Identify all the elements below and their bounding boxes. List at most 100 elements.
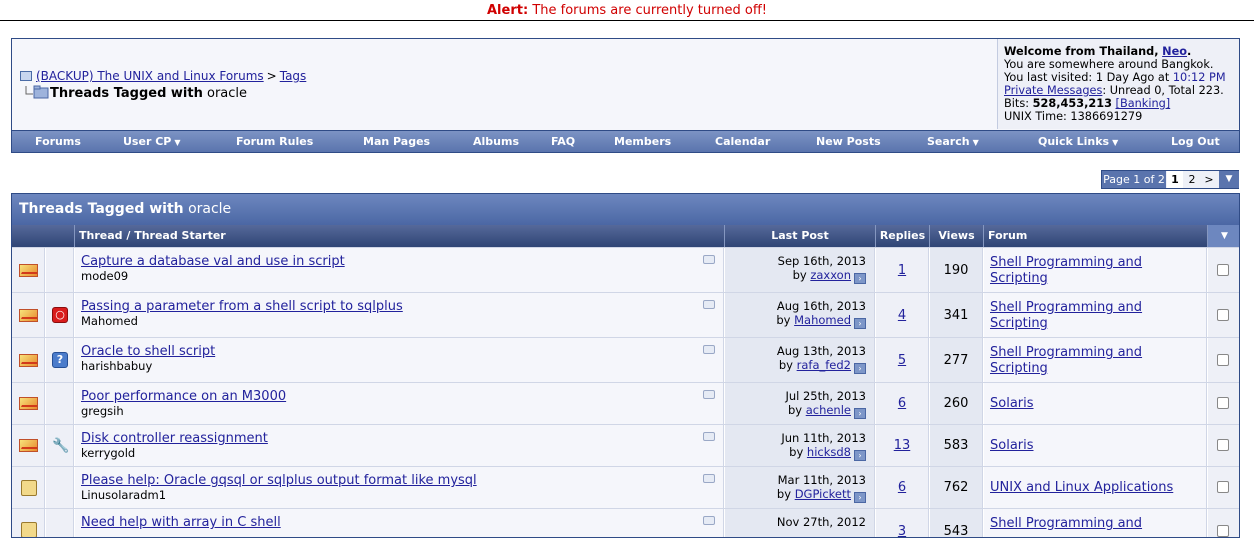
- tag-icon: [703, 345, 715, 354]
- thread-starter: mode09: [81, 269, 129, 283]
- replies-link[interactable]: 1: [898, 263, 906, 278]
- forum-link[interactable]: Solaris: [990, 438, 1034, 453]
- select-checkbox[interactable]: [1217, 309, 1229, 321]
- envelope-icon: [19, 439, 38, 452]
- goto-last-post-icon[interactable]: ›: [854, 273, 866, 284]
- page-menu-icon[interactable]: ▼: [1219, 171, 1239, 188]
- goto-last-post-icon[interactable]: ›: [854, 492, 866, 503]
- nav-forum-rules[interactable]: Forum Rules: [236, 131, 313, 153]
- last-poster-link[interactable]: achenle: [806, 403, 851, 417]
- nav-man-pages[interactable]: Man Pages: [363, 131, 430, 153]
- nav-members[interactable]: Members: [614, 131, 671, 153]
- col-views[interactable]: Views: [930, 225, 984, 247]
- alert-label: Alert:: [487, 3, 529, 18]
- username-link[interactable]: Neo: [1162, 45, 1187, 58]
- col-icons: [12, 225, 75, 247]
- nav-new-posts[interactable]: New Posts: [816, 131, 881, 153]
- tag-icon: [703, 300, 715, 309]
- col-replies[interactable]: Replies: [876, 225, 930, 247]
- col-options[interactable]: ▼: [1208, 225, 1239, 247]
- tag-icon: [703, 516, 715, 525]
- envelope-icon: [19, 309, 38, 322]
- last-post-date: Jun 11th, 2013: [781, 431, 866, 445]
- table-row: Please help: Oracle gqsql or sqlplus out…: [12, 466, 1239, 508]
- last-poster-link[interactable]: rafa_fed2: [797, 358, 851, 372]
- navbar: Forums User CP ▼ Forum Rules Man Pages Al…: [12, 130, 1239, 152]
- forum-link[interactable]: Shell Programming and: [990, 516, 1142, 531]
- select-checkbox[interactable]: [1217, 264, 1229, 276]
- forum-link[interactable]: UNIX and Linux Applications: [990, 480, 1173, 495]
- select-checkbox[interactable]: [1217, 397, 1229, 409]
- thread-title-link[interactable]: Poor performance on an M3000: [81, 389, 717, 404]
- tag-icon: [703, 390, 715, 399]
- replies-link[interactable]: 6: [898, 396, 906, 411]
- col-last-post[interactable]: Last Post: [725, 225, 876, 247]
- views-count: 762: [930, 467, 983, 508]
- page-next-link[interactable]: >: [1201, 171, 1217, 188]
- page-2-link[interactable]: 2: [1184, 171, 1200, 188]
- thread-title-link[interactable]: Passing a parameter from a shell script …: [81, 299, 717, 314]
- replies-link[interactable]: 6: [898, 480, 906, 495]
- col-forum[interactable]: Forum: [984, 225, 1208, 247]
- alert-bar: Alert: The forums are currently turned o…: [0, 0, 1254, 21]
- forum-link[interactable]: Shell Programming and Scripting: [990, 255, 1142, 286]
- goto-last-post-icon[interactable]: ›: [854, 408, 866, 419]
- forum-link[interactable]: Shell Programming and Scripting: [990, 300, 1142, 331]
- replies-link[interactable]: 13: [894, 438, 911, 453]
- thread-title-link[interactable]: Please help: Oracle gqsql or sqlplus out…: [81, 473, 717, 488]
- table-row: ? Oracle to shell script harishbabuy Aug…: [12, 337, 1239, 382]
- pm-status: : Unread 0, Total 223.: [1102, 84, 1224, 97]
- goto-last-post-icon[interactable]: ›: [854, 450, 866, 461]
- thread-starter: gregsih: [81, 404, 124, 418]
- nav-quick-links[interactable]: Quick Links ▼: [1038, 131, 1118, 153]
- table-header: Thread / Thread Starter Last Post Replie…: [12, 225, 1239, 247]
- welcome-panel: Welcome from Thailand, Neo. You are some…: [997, 39, 1239, 129]
- wrench-icon: 🔧: [52, 438, 70, 454]
- nav-forums[interactable]: Forums: [35, 131, 81, 153]
- forum-link[interactable]: Solaris: [990, 396, 1034, 411]
- select-checkbox[interactable]: [1217, 354, 1229, 366]
- breadcrumb-tags-link[interactable]: Tags: [280, 69, 307, 83]
- page-label: Page 1 of 2: [1102, 171, 1166, 188]
- breadcrumb-home-link[interactable]: (BACKUP) The UNIX and Linux Forums: [36, 69, 264, 83]
- bits-label: Bits:: [1004, 97, 1030, 110]
- nav-search[interactable]: Search ▼: [927, 131, 979, 153]
- private-messages-link[interactable]: Private Messages: [1004, 84, 1102, 97]
- select-checkbox[interactable]: [1217, 481, 1229, 493]
- last-poster-link[interactable]: Mahomed: [794, 313, 851, 327]
- last-poster-link[interactable]: zaxxon: [810, 268, 851, 282]
- thread-title-link[interactable]: Need help with array in C shell: [81, 515, 717, 530]
- table-row: Need help with array in C shell Nov 27th…: [12, 508, 1239, 537]
- nav-calendar[interactable]: Calendar: [715, 131, 770, 153]
- alert-message: The forums are currently turned off!: [532, 3, 767, 18]
- views-count: 190: [930, 248, 983, 292]
- replies-link[interactable]: 3: [898, 524, 906, 537]
- goto-last-post-icon[interactable]: ›: [854, 363, 866, 374]
- envelope-icon: [19, 397, 38, 410]
- select-checkbox[interactable]: [1217, 525, 1229, 537]
- nav-user-cp[interactable]: User CP ▼: [123, 131, 181, 153]
- nav-albums[interactable]: Albums: [473, 131, 519, 153]
- tag-icon: [703, 255, 715, 264]
- select-checkbox[interactable]: [1217, 439, 1229, 451]
- bits-value: 528,453,213: [1032, 97, 1112, 110]
- forum-link[interactable]: Shell Programming and Scripting: [990, 345, 1142, 376]
- banking-link[interactable]: [Banking]: [1116, 97, 1171, 110]
- last-poster-link[interactable]: hicksd8: [807, 445, 851, 459]
- replies-link[interactable]: 4: [898, 308, 906, 323]
- chevron-down-icon: ▼: [1112, 138, 1119, 147]
- views-count: 260: [930, 383, 983, 424]
- goto-last-post-icon[interactable]: ›: [854, 318, 866, 329]
- nav-faq[interactable]: FAQ: [551, 131, 575, 153]
- col-thread[interactable]: Thread / Thread Starter: [75, 225, 725, 247]
- replies-link[interactable]: 5: [898, 353, 906, 368]
- table-row: Poor performance on an M3000 gregsih Jul…: [12, 382, 1239, 424]
- thread-title-link[interactable]: Oracle to shell script: [81, 344, 717, 359]
- last-poster-link[interactable]: DGPickett: [795, 487, 851, 501]
- thread-title-link[interactable]: Disk controller reassignment: [81, 431, 717, 446]
- views-count: 543: [930, 509, 983, 537]
- thread-title-link[interactable]: Capture a database val and use in script: [81, 254, 717, 269]
- last-post-date: Aug 13th, 2013: [776, 344, 866, 358]
- welcome-greeting: Welcome from Thailand,: [1004, 45, 1159, 58]
- nav-log-out[interactable]: Log Out: [1171, 131, 1220, 153]
